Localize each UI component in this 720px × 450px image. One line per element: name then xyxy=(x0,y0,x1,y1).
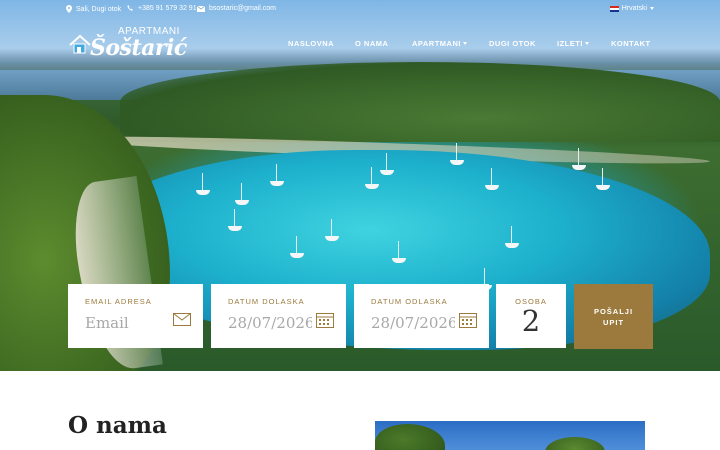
email-field-label: EMAIL ADRESA xyxy=(85,297,152,306)
top-bar: Sali, Dugi otok +385 91 579 32 91 bsosta… xyxy=(0,0,720,22)
phone-info[interactable]: +385 91 579 32 91 xyxy=(127,5,197,12)
email-info[interactable]: bsostaric@gmail.com xyxy=(197,5,276,12)
departure-date-label: DATUM ODLASKA xyxy=(371,297,448,306)
location-text: Sali, Dugi otok xyxy=(76,5,122,13)
nav-naslovna[interactable]: NASLOVNA xyxy=(288,39,334,48)
nav-o-nama[interactable]: O NAMA xyxy=(355,39,388,48)
location-info: Sali, Dugi otok xyxy=(66,5,121,13)
chevron-down-icon xyxy=(462,42,467,45)
language-selector[interactable]: Hrvatski xyxy=(609,5,654,12)
chevron-down-icon xyxy=(650,7,654,10)
about-image xyxy=(375,421,645,450)
email-field[interactable]: EMAIL ADRESA Email xyxy=(68,284,203,348)
map-pin-icon xyxy=(66,5,72,13)
nav-izleti[interactable]: IZLETI xyxy=(557,39,589,48)
send-inquiry-button[interactable]: POŠALJI UPIT xyxy=(574,284,653,349)
guests-field[interactable]: OSOBA 2 xyxy=(496,284,566,348)
send-inquiry-label-line1: POŠALJI xyxy=(593,307,634,316)
language-label: Hrvatski xyxy=(621,5,647,12)
hero-banner: Sali, Dugi otok +385 91 579 32 91 bsosta… xyxy=(0,0,720,371)
croatian-flag-icon xyxy=(609,5,619,12)
email-field-placeholder: Email xyxy=(85,314,129,332)
hero-hills xyxy=(120,62,720,142)
send-inquiry-label-line2: UPIT xyxy=(602,318,625,327)
nav-apartmani[interactable]: APARTMANI xyxy=(412,39,467,48)
envelope-icon xyxy=(197,5,205,12)
nav-kontakt[interactable]: KONTAKT xyxy=(611,39,651,48)
guests-value: 2 xyxy=(521,304,541,338)
chevron-down-icon xyxy=(584,42,589,45)
departure-date-value: 28/07/2026 xyxy=(371,314,455,332)
phone-text: +385 91 579 32 91 xyxy=(138,5,197,12)
about-title: O nama xyxy=(68,412,167,439)
about-image-tree xyxy=(375,424,445,450)
arrival-date-value: 28/07/2026 xyxy=(228,314,312,332)
envelope-icon xyxy=(173,313,191,326)
nav-dugi-otok[interactable]: DUGI OTOK xyxy=(489,39,536,48)
departure-date-field[interactable]: DATUM ODLASKA 28/07/2026 xyxy=(354,284,489,348)
about-image-tree xyxy=(545,437,605,450)
boat xyxy=(572,148,586,170)
arrival-date-label: DATUM DOLASKA xyxy=(228,297,305,306)
calendar-icon[interactable] xyxy=(459,312,477,328)
email-text: bsostaric@gmail.com xyxy=(209,5,277,12)
main-nav: NASLOVNA O NAMA APARTMANI DUGI OTOK IZLE… xyxy=(0,39,720,51)
calendar-icon[interactable] xyxy=(316,312,334,328)
phone-icon xyxy=(127,5,133,11)
arrival-date-field[interactable]: DATUM DOLASKA 28/07/2026 xyxy=(211,284,346,348)
